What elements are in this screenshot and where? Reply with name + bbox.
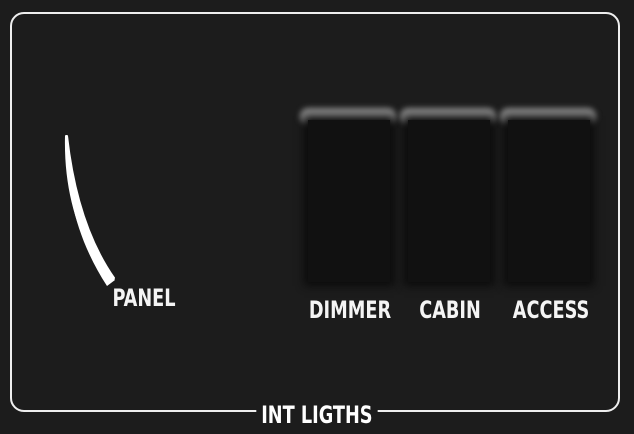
cabin-switch-label: CABIN — [419, 296, 481, 324]
cabin-switch[interactable] — [398, 108, 498, 284]
dimmer-switch-label: DIMMER — [308, 296, 392, 324]
dimmer-switch[interactable] — [298, 108, 398, 284]
cabin-switch-body[interactable] — [408, 120, 490, 282]
panel-knob-label: PANEL — [112, 284, 176, 312]
dimmer-switch-body[interactable] — [308, 120, 390, 282]
access-switch-label: ACCESS — [512, 296, 590, 324]
panel-knob-pointer-icon[interactable] — [55, 130, 125, 295]
access-switch[interactable] — [498, 108, 598, 284]
access-switch-body[interactable] — [508, 120, 590, 282]
